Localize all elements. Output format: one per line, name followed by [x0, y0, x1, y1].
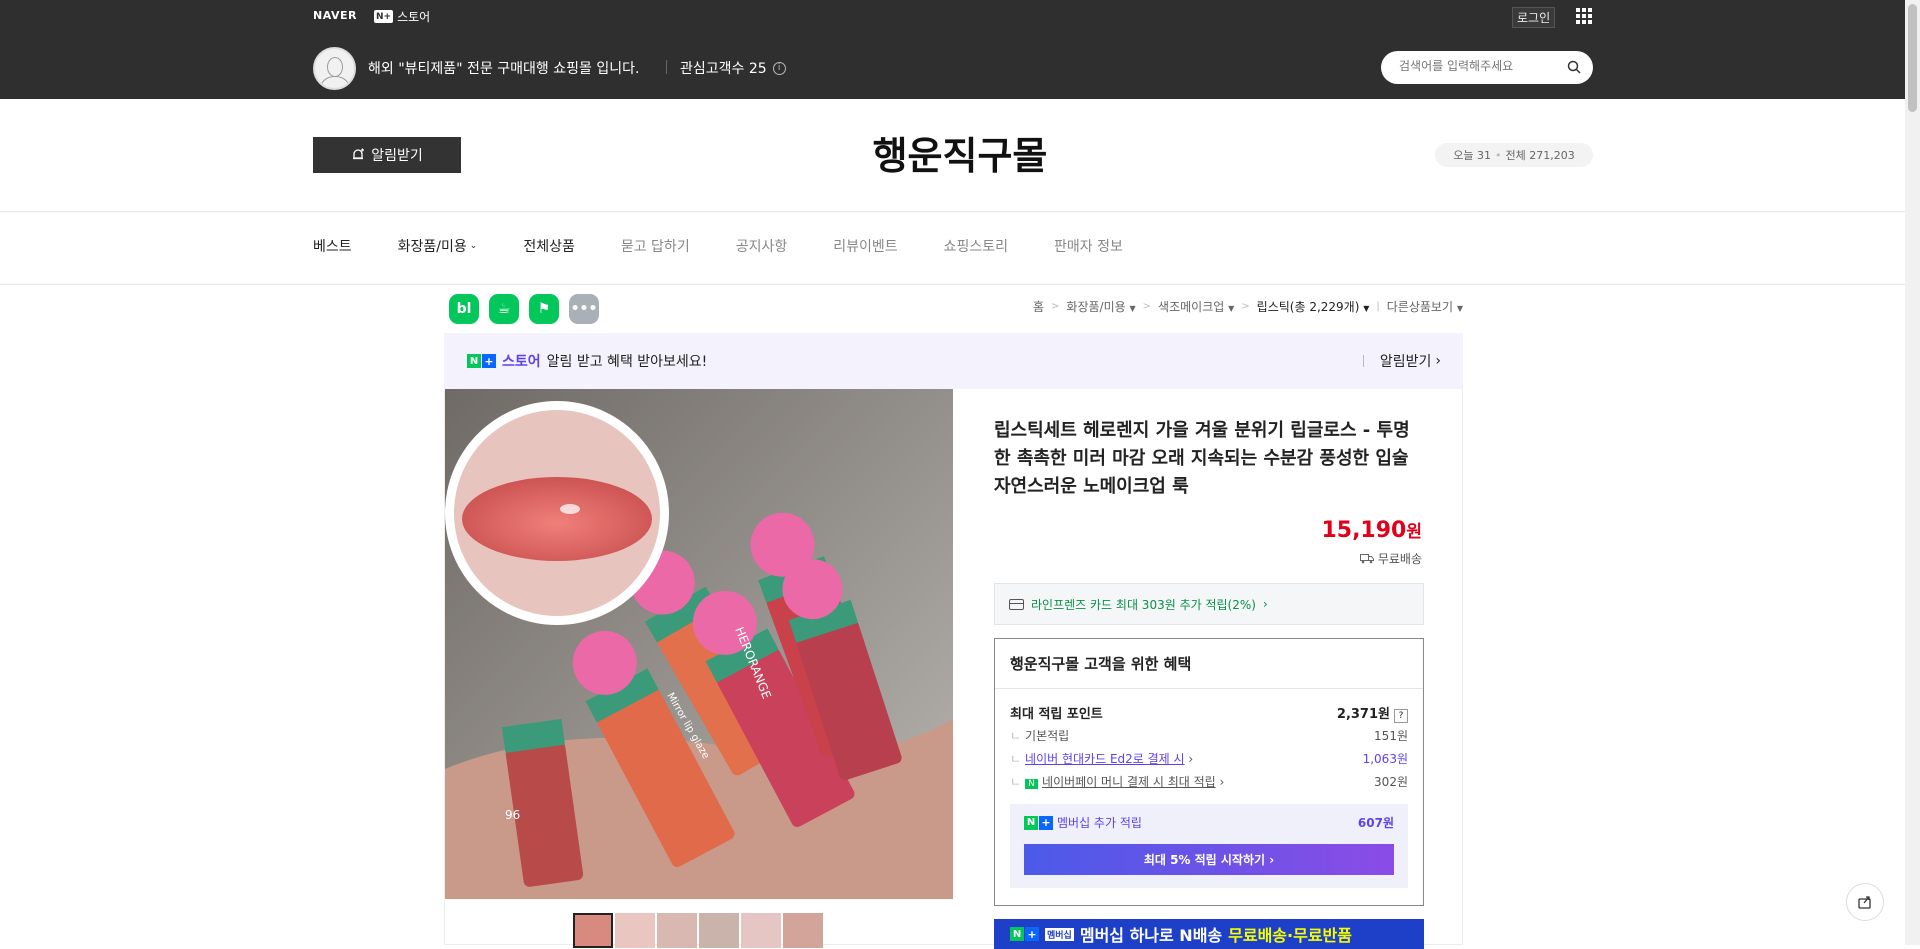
thumbnail[interactable]: [615, 913, 655, 948]
npay-icon: N: [1025, 779, 1039, 789]
max-point-row: 최대 적립 포인트 2,371원?: [1010, 703, 1408, 723]
divider: [666, 60, 667, 74]
card-point-row[interactable]: ㄴ 네이버 현대카드 Ed2로 결제 시 › 1,063원: [1010, 750, 1408, 767]
promo-alarm-button[interactable]: 알림받기 ›: [1363, 351, 1441, 371]
thumbnail-list: [573, 913, 823, 948]
share-buttons: bl ☕ ⚑ •••: [449, 294, 599, 324]
truck-icon: [1359, 554, 1374, 564]
nav-cosmetics[interactable]: 화장품/미용 ⌄: [398, 236, 478, 256]
store-title[interactable]: 행운직구몰: [0, 125, 1920, 180]
nav-qna[interactable]: 묻고 답하기: [621, 236, 690, 256]
breadcrumb: 홈 > 화장품/미용 ▼ > 색조메이크업 ▼ > 립스틱(총 2,229개) …: [1032, 298, 1463, 315]
more-share-icon[interactable]: •••: [569, 294, 599, 324]
breadcrumb-lipstick[interactable]: 립스틱(총 2,229개) ▼: [1257, 298, 1370, 315]
bookmark-share-icon[interactable]: ⚑: [529, 294, 559, 324]
interest-label: 관심고객수 25: [680, 61, 767, 77]
nstore-link[interactable]: N+ 스토어: [374, 8, 430, 25]
visitors-total: 전체 271,203: [1505, 149, 1575, 162]
divider: [0, 211, 1920, 212]
thumbnail[interactable]: [699, 913, 739, 948]
thumbnail[interactable]: [783, 913, 823, 948]
nav-notice[interactable]: 공지사항: [736, 236, 788, 256]
thumbnail[interactable]: [573, 913, 613, 948]
info-icon[interactable]: i: [772, 61, 786, 75]
lipstick-photo: HERORANGE Mirror lip glaze 96: [445, 389, 953, 899]
apps-grid-icon[interactable]: [1576, 8, 1592, 24]
product-section: HERORANGE Mirror lip glaze 96 립스틱세트 헤로렌지…: [444, 389, 1463, 949]
promo-text: 알림 받고 혜택 받아보세요!: [546, 354, 708, 370]
membership-box: N + 멤버십 추가 적립 607원 최대 5% 적립 시작하기 ›: [1010, 804, 1408, 888]
nplus-logo-icon: N +: [467, 354, 496, 368]
store-description: 해외 "뷰티제품" 전문 구매대행 쇼핑몰 입니다.: [368, 61, 640, 77]
store-avatar[interactable]: [313, 47, 356, 90]
floating-share-button[interactable]: [1846, 883, 1884, 921]
help-icon[interactable]: ?: [1394, 709, 1408, 723]
cafe-share-icon[interactable]: ☕: [489, 294, 519, 324]
share-icon: [1858, 896, 1871, 909]
product-image[interactable]: HERORANGE Mirror lip glaze 96: [445, 389, 953, 899]
nav-best[interactable]: 베스트: [313, 236, 352, 256]
breadcrumb-other-products[interactable]: 다른상품보기 ▼: [1387, 298, 1463, 315]
promo-store: 스토어: [502, 354, 541, 370]
alarm-promo-bar: N + 스토어 알림 받고 혜택 받아보세요! 알림받기 ›: [444, 333, 1463, 389]
chevron-down-icon: ⌄: [469, 241, 478, 251]
interest-count: 관심고객수 25 i: [680, 58, 786, 78]
store-nav: 베스트 화장품/미용 ⌄ 전체상품 묻고 답하기 공지사항 리뷰이벤트 쇼핑스토리…: [313, 236, 1169, 256]
shipping-info: 무료배송: [1359, 550, 1422, 567]
card-benefit-link[interactable]: 라인프렌즈 카드 최대 303원 추가 적립(2%) ›: [994, 583, 1424, 625]
membership-start-button[interactable]: 최대 5% 적립 시작하기 ›: [1024, 844, 1394, 875]
visitor-count: 오늘 31 • 전체 271,203: [1435, 143, 1593, 167]
login-button[interactable]: 로그인: [1512, 7, 1556, 28]
search-icon[interactable]: [1567, 60, 1581, 74]
top-bar: NAVER N+ 스토어 로그인 해외 "뷰티제품" 전문 구매대행 쇼핑몰 입…: [0, 0, 1920, 99]
breadcrumb-home[interactable]: 홈: [1033, 298, 1044, 315]
nplus-badge: N+: [374, 10, 394, 23]
breadcrumb-color-makeup[interactable]: 색조메이크업 ▼: [1158, 298, 1234, 315]
nstore-label: 스토어: [397, 10, 431, 24]
nav-review-event[interactable]: 리뷰이벤트: [833, 236, 897, 256]
blog-share-icon[interactable]: bl: [449, 294, 479, 324]
basic-point-row: ㄴ 기본적립 151원: [1010, 729, 1408, 743]
credit-card-icon: [1009, 598, 1024, 610]
product-title: 립스틱세트 헤로렌지 가을 겨울 분위기 립글로스 - 투명한 촉촉한 미러 마…: [994, 420, 1410, 497]
nav-shopping-story[interactable]: 쇼핑스토리: [944, 236, 1008, 256]
thumbnail[interactable]: [657, 913, 697, 948]
search-box[interactable]: [1381, 51, 1593, 84]
nav-all-products[interactable]: 전체상품: [523, 236, 575, 256]
benefit-box: 행운직구몰 고객을 위한 혜택 최대 적립 포인트 2,371원? ㄴ 기본적립 …: [994, 638, 1424, 906]
nav-seller-info[interactable]: 판매자 정보: [1054, 236, 1123, 256]
visitors-today: 오늘 31: [1453, 149, 1491, 162]
divider: [0, 284, 1920, 285]
pay-point-row[interactable]: ㄴ N 네이버페이 머니 결제 시 최대 적립 › 302원: [1010, 773, 1408, 790]
naver-logo[interactable]: NAVER: [313, 9, 357, 22]
thumbnail[interactable]: [741, 913, 781, 948]
benefit-title: 행운직구몰 고객을 위한 혜택: [1010, 655, 1192, 673]
chevron-right-icon: ›: [1435, 353, 1441, 369]
product-price: 15,190원: [1321, 518, 1422, 543]
search-input[interactable]: [1399, 59, 1559, 73]
nplus-logo-icon: N +: [1024, 815, 1053, 830]
scrollbar[interactable]: [1905, 0, 1920, 945]
breadcrumb-cosmetics[interactable]: 화장품/미용 ▼: [1066, 298, 1135, 315]
image-number-text: 96: [505, 808, 520, 822]
